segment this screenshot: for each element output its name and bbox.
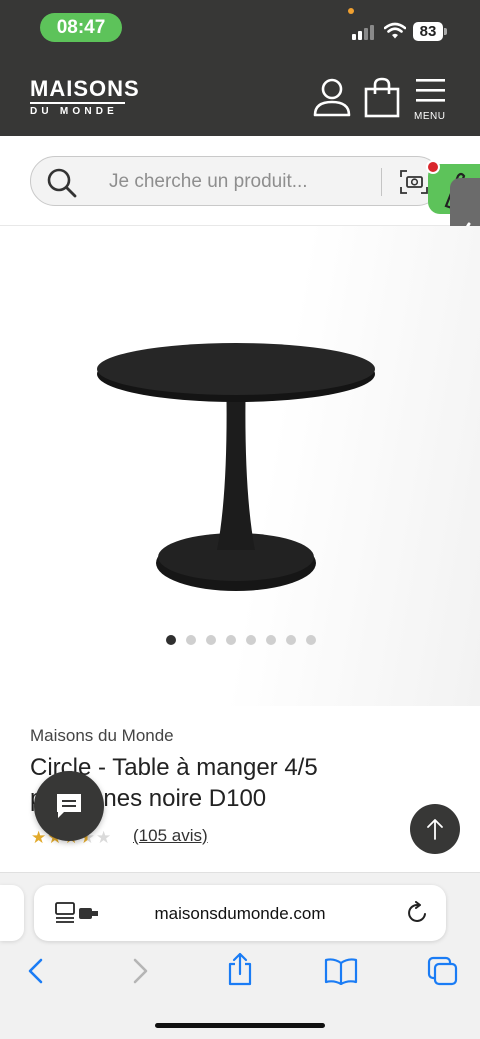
bookmarks-icon[interactable] bbox=[324, 957, 358, 985]
search-bar-row bbox=[0, 136, 480, 226]
gallery-dot[interactable] bbox=[266, 635, 276, 645]
product-gallery[interactable] bbox=[0, 226, 480, 706]
chat-bubble-icon bbox=[57, 794, 81, 818]
product-brand[interactable]: Maisons du Monde bbox=[30, 726, 174, 746]
status-time: 08:47 bbox=[40, 13, 122, 42]
back-icon[interactable] bbox=[26, 957, 46, 985]
scroll-to-top-button[interactable] bbox=[410, 804, 460, 854]
chat-button[interactable] bbox=[34, 771, 104, 841]
reload-icon[interactable] bbox=[406, 901, 430, 925]
reviews-link[interactable]: (105 avis) bbox=[133, 826, 208, 846]
gallery-pagination[interactable] bbox=[166, 635, 316, 645]
wifi-icon bbox=[384, 22, 406, 39]
url-text: maisonsdumonde.com bbox=[154, 904, 326, 923]
previous-tab-preview[interactable] bbox=[0, 885, 24, 941]
gallery-dot[interactable] bbox=[246, 635, 256, 645]
gallery-dot[interactable] bbox=[166, 635, 176, 645]
shopping-bag-icon[interactable] bbox=[363, 76, 401, 118]
home-indicator[interactable] bbox=[155, 1023, 325, 1028]
search-input[interactable] bbox=[109, 169, 369, 195]
gallery-dot[interactable] bbox=[186, 635, 196, 645]
notification-dot bbox=[426, 160, 440, 174]
share-icon[interactable] bbox=[226, 951, 254, 987]
logo-sub-text: DU MONDE bbox=[30, 106, 119, 117]
star-empty-icon: ★ bbox=[96, 828, 112, 847]
forward-icon[interactable] bbox=[130, 957, 150, 985]
site-logo[interactable]: MAISONS DU MONDE bbox=[30, 78, 140, 117]
search-icon[interactable] bbox=[47, 168, 77, 198]
gallery-dot[interactable] bbox=[226, 635, 236, 645]
logo-main-text: MAISONS bbox=[30, 76, 140, 101]
battery-level: 83 bbox=[413, 22, 443, 41]
camera-search-icon[interactable] bbox=[399, 169, 429, 195]
address-bar[interactable]: maisonsdumonde.com bbox=[34, 885, 446, 941]
browser-toolbar: maisonsdumonde.com bbox=[0, 872, 480, 1039]
menu-label[interactable]: MENU bbox=[414, 111, 445, 122]
mic-indicator-icon bbox=[348, 8, 354, 14]
hamburger-menu-icon[interactable] bbox=[416, 78, 446, 104]
gallery-dot[interactable] bbox=[206, 635, 216, 645]
gallery-dot[interactable] bbox=[286, 635, 296, 645]
tabs-icon[interactable] bbox=[427, 956, 459, 986]
arrow-up-icon bbox=[427, 819, 443, 840]
battery-icon: 83 bbox=[413, 22, 447, 41]
user-icon[interactable] bbox=[312, 77, 352, 117]
cellular-signal-icon bbox=[352, 24, 376, 40]
gallery-dot[interactable] bbox=[306, 635, 316, 645]
product-image bbox=[97, 343, 375, 591]
site-header: 08:47 83 MAISONS DU MONDE MENU bbox=[0, 0, 480, 136]
search-divider bbox=[381, 168, 382, 196]
search-box[interactable] bbox=[30, 156, 442, 206]
